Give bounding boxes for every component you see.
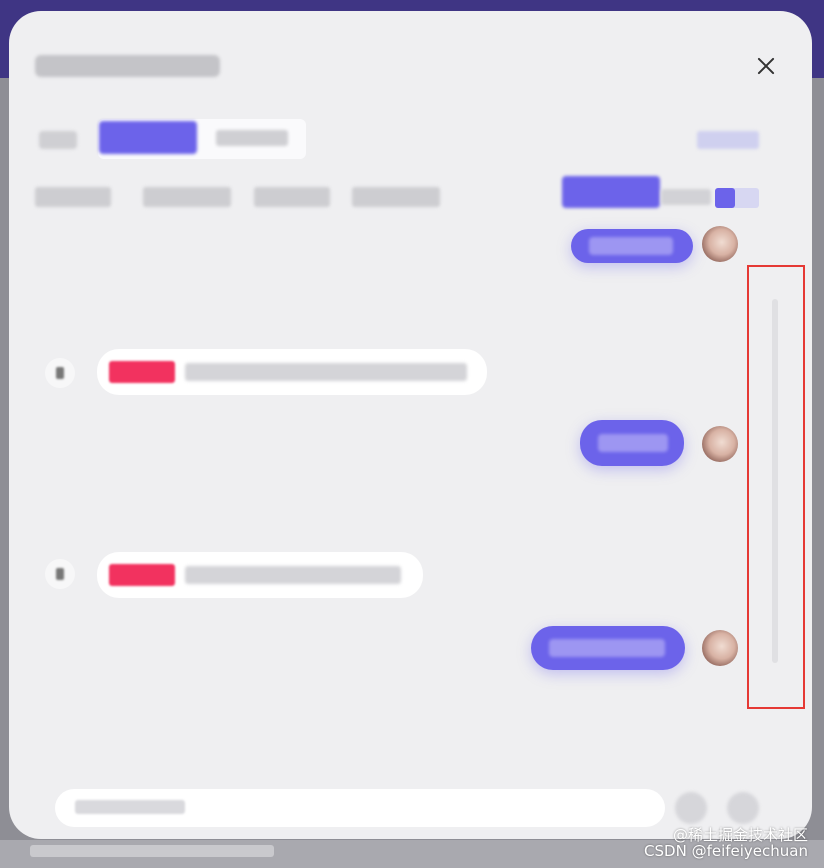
message-text	[549, 639, 665, 657]
watermark-line-2: CSDN @feifeiyechuan	[644, 842, 808, 860]
message-text	[185, 363, 467, 381]
input-placeholder	[75, 800, 185, 814]
dialog-title	[35, 55, 220, 77]
bot-avatar	[45, 559, 75, 589]
message-tag	[109, 361, 175, 383]
filter-item[interactable]	[35, 187, 111, 207]
assistant-message-bubble	[97, 349, 487, 395]
message-text	[589, 237, 673, 255]
chat-dialog	[9, 11, 812, 839]
message-input[interactable]	[55, 789, 665, 827]
mode-tab-inactive[interactable]	[216, 130, 288, 146]
user-avatar	[702, 226, 738, 262]
mode-label	[39, 131, 77, 149]
user-avatar	[702, 630, 738, 666]
scrollbar-highlight-box	[747, 265, 805, 709]
message-text	[598, 434, 668, 452]
user-avatar	[702, 426, 738, 462]
top-right-link[interactable]	[697, 131, 759, 149]
filter-toggle-indicator	[715, 188, 735, 208]
filter-count	[661, 189, 711, 205]
send-icon[interactable]	[727, 792, 759, 824]
attach-icon[interactable]	[675, 792, 707, 824]
composer-actions	[671, 788, 769, 828]
filter-item[interactable]	[143, 187, 231, 207]
user-message-bubble	[531, 626, 685, 670]
message-tag	[109, 564, 175, 586]
mode-tab-active[interactable]	[99, 121, 197, 154]
bot-avatar	[45, 358, 75, 388]
filter-item[interactable]	[254, 187, 330, 207]
assistant-message-bubble	[97, 552, 423, 598]
close-icon[interactable]	[753, 53, 779, 79]
filter-item[interactable]	[352, 187, 440, 207]
user-message-bubble	[571, 229, 693, 263]
user-message-bubble	[580, 420, 684, 466]
filter-active-button[interactable]	[562, 176, 660, 208]
footer-scrollbar[interactable]	[30, 845, 274, 857]
message-text	[185, 566, 401, 584]
